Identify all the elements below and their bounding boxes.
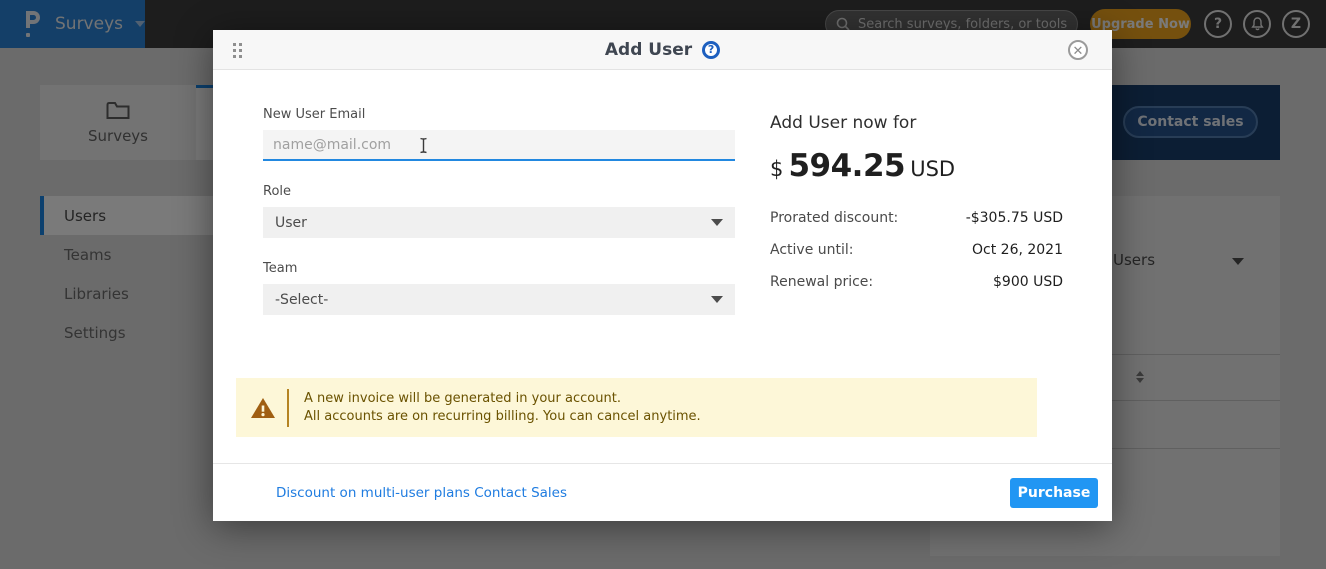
pricing-row-value: -$305.75 USD bbox=[966, 210, 1063, 226]
warning-divider bbox=[287, 389, 289, 427]
email-field-wrap bbox=[263, 130, 735, 161]
pricing-rows: Prorated discount: -$305.75 USD Active u… bbox=[770, 202, 1063, 298]
modal-title: Add User bbox=[605, 40, 692, 60]
text-cursor-icon bbox=[418, 137, 429, 154]
pricing-row-label: Active until: bbox=[770, 242, 854, 258]
modal-header: Add User ? ✕ bbox=[213, 30, 1112, 70]
pricing-summary: Add User now for $ 594.25 USD Prorated d… bbox=[770, 113, 1063, 298]
purchase-button[interactable]: Purchase bbox=[1010, 478, 1098, 508]
pricing-heading: Add User now for bbox=[770, 113, 1063, 133]
pricing-row-prorated-discount: Prorated discount: -$305.75 USD bbox=[770, 202, 1063, 234]
add-user-modal: Add User ? ✕ New User Email Role User Te… bbox=[213, 30, 1112, 521]
pricing-row-active-until: Active until: Oct 26, 2021 bbox=[770, 234, 1063, 266]
team-select[interactable]: -Select- bbox=[263, 284, 735, 315]
warning-icon bbox=[250, 396, 276, 420]
contact-sales-link[interactable]: Discount on multi-user plans Contact Sal… bbox=[276, 485, 567, 501]
role-select[interactable]: User bbox=[263, 207, 735, 238]
email-field[interactable] bbox=[263, 137, 735, 153]
warning-line-1: A new invoice will be generated in your … bbox=[304, 390, 701, 408]
close-icon[interactable]: ✕ bbox=[1068, 40, 1088, 60]
chevron-down-icon bbox=[711, 219, 723, 226]
warning-line-2: All accounts are on recurring billing. Y… bbox=[304, 408, 701, 426]
pricing-row-label: Prorated discount: bbox=[770, 210, 898, 226]
role-selected-value: User bbox=[275, 215, 307, 231]
team-label: Team bbox=[263, 261, 297, 276]
email-label: New User Email bbox=[263, 107, 365, 122]
invoice-warning-banner: A new invoice will be generated in your … bbox=[236, 378, 1037, 437]
team-selected-value: -Select- bbox=[275, 292, 328, 308]
modal-footer: Discount on multi-user plans Contact Sal… bbox=[213, 463, 1112, 521]
price-amount: 594.25 bbox=[788, 148, 905, 184]
currency-symbol: $ bbox=[770, 157, 783, 181]
warning-text: A new invoice will be generated in your … bbox=[304, 390, 701, 426]
pricing-row-label: Renewal price: bbox=[770, 274, 873, 290]
price-total: $ 594.25 USD bbox=[770, 148, 1063, 184]
pricing-row-value: Oct 26, 2021 bbox=[972, 242, 1063, 258]
role-label: Role bbox=[263, 184, 291, 199]
pricing-row-value: $900 USD bbox=[993, 274, 1063, 290]
pricing-row-renewal-price: Renewal price: $900 USD bbox=[770, 266, 1063, 298]
chevron-down-icon bbox=[711, 296, 723, 303]
drag-handle-icon[interactable] bbox=[233, 43, 242, 58]
help-icon[interactable]: ? bbox=[702, 41, 720, 59]
currency-code: USD bbox=[910, 157, 955, 181]
